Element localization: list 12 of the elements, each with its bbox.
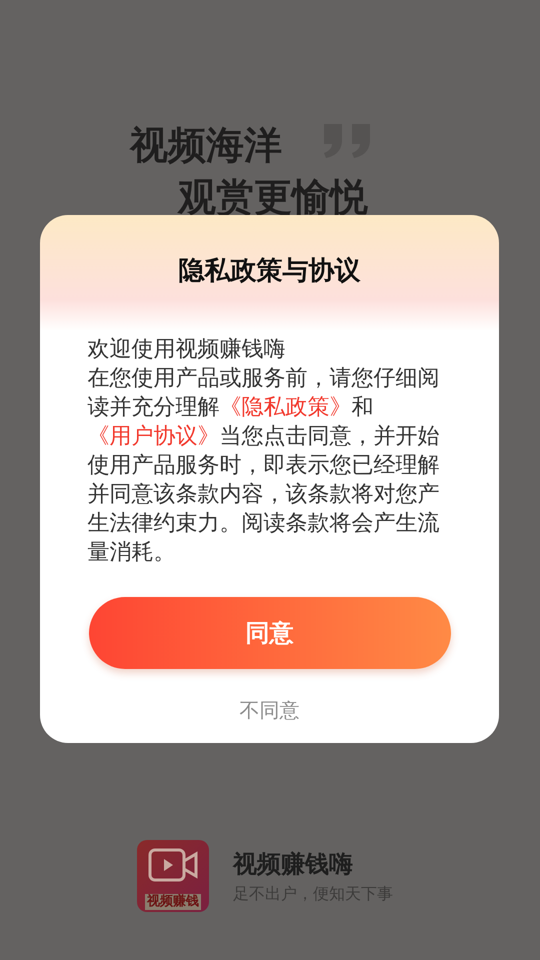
video-camera-icon — [148, 848, 198, 882]
app-name: 视频赚钱嗨 — [233, 848, 354, 880]
slogan-text: 视频海洋 — [130, 121, 282, 169]
policy-link[interactable]: 《隐私政策》 — [220, 395, 352, 420]
slogan-text: 观赏更愉悦 — [178, 173, 369, 221]
greeting-text: 欢迎使用视频赚钱嗨 — [88, 336, 286, 364]
app-icon: 视频赚钱 — [137, 840, 209, 912]
disagree-button[interactable]: 不同意 — [240, 697, 300, 724]
policy-link[interactable]: 《用户协议》 — [88, 424, 220, 449]
agreement-text: 在您使用产品或服务前，请您仔细阅读并充分理解《隐私政策》和 《用户协议》当您点击同意，并开始使用产品服务时，即表示您已经理解并同意该条款内容，该条款将对您产生法律约束力。阅读条款将会产生流量消耗。 — [88, 365, 440, 567]
agree-button[interactable]: 同意 — [88, 597, 450, 669]
dialog-title: 隐私政策与协议 — [178, 255, 360, 288]
